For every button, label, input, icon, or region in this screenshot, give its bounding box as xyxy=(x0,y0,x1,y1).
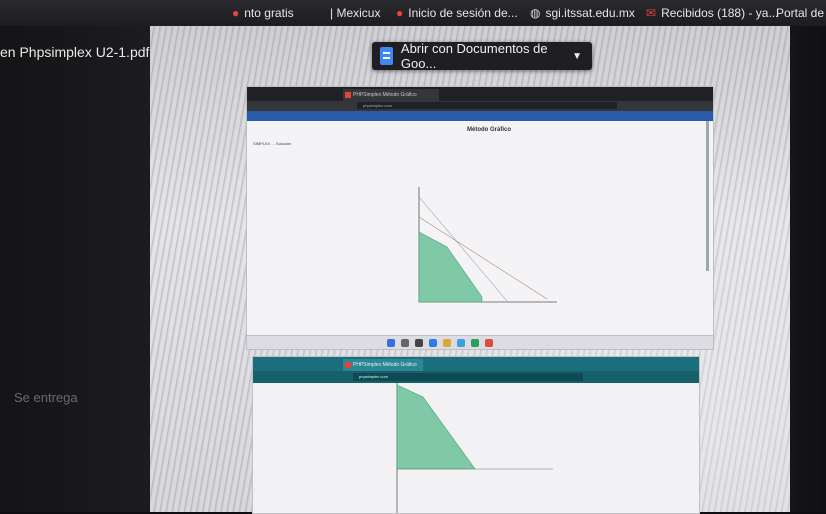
bookmark-item[interactable]: ◍ sgi.itssat.edu.mx xyxy=(530,6,635,20)
taskview-icon xyxy=(415,339,423,347)
viewer-left-margin xyxy=(0,26,150,512)
chrome-icon xyxy=(471,339,479,347)
bookmarks-bar: ● nto gratis | Mexicux ● Inicio de sesión … xyxy=(0,0,826,26)
embedded-screenshot-2: PHPSimplex Método Gráfico phpsimplex.com xyxy=(252,356,700,514)
taskbar xyxy=(247,335,713,349)
viewer-right-margin xyxy=(790,26,826,512)
graph-area xyxy=(396,383,553,513)
folder-icon xyxy=(443,339,451,347)
bookmark-icon: ● xyxy=(396,6,404,20)
pdf-filename: en Phpsimplex U2-1.pdf xyxy=(0,44,150,60)
footer-text: Se entrega xyxy=(14,390,78,405)
bookmark-item[interactable]: ● nto gratis xyxy=(232,6,294,20)
bookmark-item[interactable]: ✉ Recibidos (188) - ya... xyxy=(646,6,778,20)
mail-icon: ✉ xyxy=(646,6,657,20)
edge-icon xyxy=(429,339,437,347)
feasible-region xyxy=(418,231,483,303)
open-with-docs-button[interactable]: Abrir con Documentos de Goo... ▼ xyxy=(372,41,592,71)
embedded-screenshot-1: PHPSimplex Método Gráfico phpsimplex.com… xyxy=(246,86,714,350)
bookmark-icon: ● xyxy=(232,6,240,20)
bookmark-item[interactable]: ● Inicio de sesión de... xyxy=(396,6,518,20)
open-with-label: Abrir con Documentos de Goo... xyxy=(400,41,548,71)
chevron-down-icon[interactable]: ▼ xyxy=(572,51,582,62)
graph-area xyxy=(418,187,557,303)
feasible-region xyxy=(396,384,476,470)
start-icon xyxy=(387,339,395,347)
search-icon xyxy=(401,339,409,347)
bookmark-item[interactable]: | Mexicux xyxy=(330,6,380,20)
globe-icon: ◍ xyxy=(530,6,541,20)
bookmark-item[interactable]: Portal de xyxy=(776,6,824,20)
google-docs-icon xyxy=(380,47,393,65)
store-icon xyxy=(457,339,465,347)
app-icon xyxy=(485,339,493,347)
